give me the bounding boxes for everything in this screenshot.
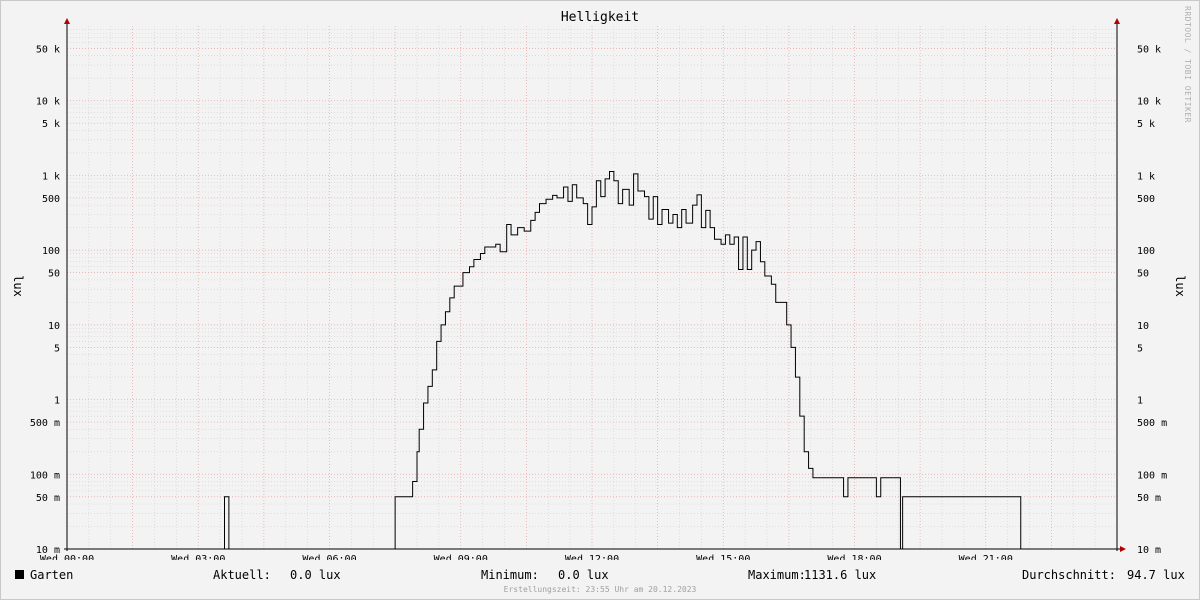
y-tick-label-right: 100 m xyxy=(1137,470,1167,481)
y-axis-label-right: lux xyxy=(1173,275,1187,297)
x-axis: Wed 00:00 Wed 03:00 Wed 06:00 Wed 09:00 Wed … xyxy=(40,554,1013,560)
y-tick-label-right: 10 k xyxy=(1137,97,1161,108)
y-tick-label-left: 500 xyxy=(42,194,60,205)
x-tick-label: Wed 03:00 xyxy=(171,554,225,560)
y-axis-arrow-right xyxy=(1114,18,1120,24)
x-tick-label: Wed 06:00 xyxy=(302,554,356,560)
y-axis-left: 10 m50 m100 m500 m1510501005001 k5 k10 k… xyxy=(30,44,60,556)
legend-avg-label: Durchschnitt: xyxy=(1022,568,1116,582)
footer-timestamp: Erstellungszeit: 23:55 Uhr am 20.12.2023 xyxy=(503,585,697,594)
grid-lines xyxy=(67,26,1117,549)
y-tick-label-left: 100 xyxy=(42,246,60,257)
x-tick-label: Wed 21:00 xyxy=(959,554,1013,560)
y-tick-label-left: 5 k xyxy=(42,119,60,130)
x-axis-arrow xyxy=(1120,546,1126,552)
legend-swatch xyxy=(15,570,24,579)
legend-series-name: Garten xyxy=(30,568,74,582)
series-line-garten xyxy=(67,170,1117,550)
y-tick-label-left: 50 xyxy=(48,269,60,280)
y-tick-label-left: 5 xyxy=(54,343,60,354)
x-tick-label: Wed 12:00 xyxy=(565,554,619,560)
y-tick-label-left: 1 k xyxy=(42,171,60,182)
y-tick-label-right: 100 xyxy=(1137,246,1155,257)
y-tick-label-right: 50 xyxy=(1137,269,1149,280)
y-tick-label-left: 10 k xyxy=(36,97,60,108)
y-tick-label-right: 500 m xyxy=(1137,418,1167,429)
y-tick-label-right: 5 xyxy=(1137,343,1143,354)
legend-min-label: Minimum: xyxy=(481,568,539,582)
y-tick-label-right: 1 xyxy=(1137,396,1143,407)
y-axis-arrow-left xyxy=(64,18,70,24)
y-tick-label-right: 500 xyxy=(1137,194,1155,205)
y-tick-label-left: 50 k xyxy=(36,44,60,55)
axis-lines xyxy=(64,18,1126,552)
y-tick-label-left: 50 m xyxy=(36,493,60,504)
y-tick-label-right: 10 xyxy=(1137,321,1149,332)
y-tick-label-left: 1 xyxy=(54,396,60,407)
y-tick-label-right: 1 k xyxy=(1137,171,1155,182)
legend-current-value: 0.0 lux xyxy=(290,568,341,582)
x-tick-label: Wed 00:00 xyxy=(40,554,94,560)
legend-max-label: Maximum: xyxy=(748,568,806,582)
y-axis-label-left: lux xyxy=(11,275,25,297)
y-tick-label-left: 10 xyxy=(48,321,60,332)
legend-max-value: 1131.6 lux xyxy=(804,568,877,582)
x-tick-label: Wed 09:00 xyxy=(434,554,488,560)
y-axis-right: 10 m 50 m 100 m 500 m 1 5 10 50 100 500 1 k 5 k 10 k… xyxy=(1137,44,1167,556)
y-tick-label-right: 10 m xyxy=(1137,545,1161,556)
y-tick-label-right: 50 m xyxy=(1137,493,1161,504)
legend-min-value: 0.0 lux xyxy=(558,568,609,582)
y-tick-label-right: 5 k xyxy=(1137,119,1155,130)
series-layer xyxy=(67,170,1117,550)
chart-area: 10 m 50 m 100 m 500 m 1 5 10 50 100 500 1 k 5 k 10 k… xyxy=(11,18,1187,560)
x-tick-label: Wed 18:00 xyxy=(827,554,881,560)
y-tick-label-left: 100 m xyxy=(30,470,60,481)
legend-current-label: Aktuell: xyxy=(213,568,271,582)
y-tick-label-right: 50 k xyxy=(1137,44,1161,55)
legend-avg-value: 94.7 lux xyxy=(1127,568,1185,582)
x-tick-label: Wed 15:00 xyxy=(696,554,750,560)
y-tick-label-left: 500 m xyxy=(30,418,60,429)
